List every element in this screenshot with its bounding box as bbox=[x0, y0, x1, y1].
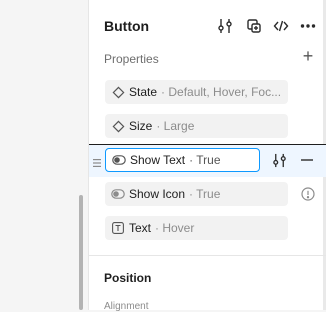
add-property-icon[interactable]: + bbox=[300, 47, 316, 65]
component-instance-icon[interactable] bbox=[245, 17, 263, 35]
property-state[interactable]: State · Default, Hover, Foc... bbox=[105, 80, 288, 104]
adjust-property-icon[interactable] bbox=[271, 152, 287, 168]
remove-property-icon[interactable] bbox=[299, 152, 315, 168]
variant-diamond-icon bbox=[111, 85, 125, 99]
properties-panel: Button Properties + State · Default, Hov… bbox=[89, 0, 326, 312]
variant-diamond-icon bbox=[111, 119, 125, 133]
property-value: · Large bbox=[156, 119, 195, 133]
property-name: Show Icon bbox=[129, 187, 186, 201]
section-divider bbox=[89, 255, 326, 256]
adjust-properties-icon[interactable] bbox=[216, 17, 234, 35]
property-name: Text bbox=[129, 221, 152, 235]
more-options-icon[interactable] bbox=[299, 17, 317, 35]
property-name: Size bbox=[129, 119, 153, 133]
properties-section-title: Properties bbox=[104, 52, 159, 66]
boolean-toggle-icon bbox=[111, 187, 125, 201]
warning-info-icon[interactable] bbox=[300, 186, 316, 202]
property-value: · True bbox=[189, 153, 221, 167]
property-size[interactable]: Size · Large bbox=[105, 114, 288, 138]
drag-handle-icon[interactable] bbox=[93, 155, 101, 167]
canvas-area bbox=[0, 0, 80, 310]
property-name: Show Text bbox=[130, 153, 186, 167]
property-value: · Hover bbox=[155, 221, 195, 235]
boolean-toggle-icon bbox=[112, 153, 126, 167]
text-property-icon bbox=[111, 221, 125, 235]
property-value: · True bbox=[189, 187, 221, 201]
property-text[interactable]: Text · Hover bbox=[105, 216, 288, 240]
panel-title: Button bbox=[104, 18, 150, 34]
canvas-scrollbar[interactable] bbox=[79, 195, 83, 310]
code-icon[interactable] bbox=[272, 17, 290, 35]
position-section-title: Position bbox=[104, 271, 152, 285]
property-value: · Default, Hover, Foc... bbox=[161, 85, 282, 99]
property-show-icon[interactable]: Show Icon · True bbox=[105, 182, 288, 206]
property-show-text[interactable]: Show Text · True bbox=[105, 148, 260, 172]
property-name: State bbox=[129, 85, 158, 99]
alignment-label: Alignment bbox=[104, 301, 149, 312]
